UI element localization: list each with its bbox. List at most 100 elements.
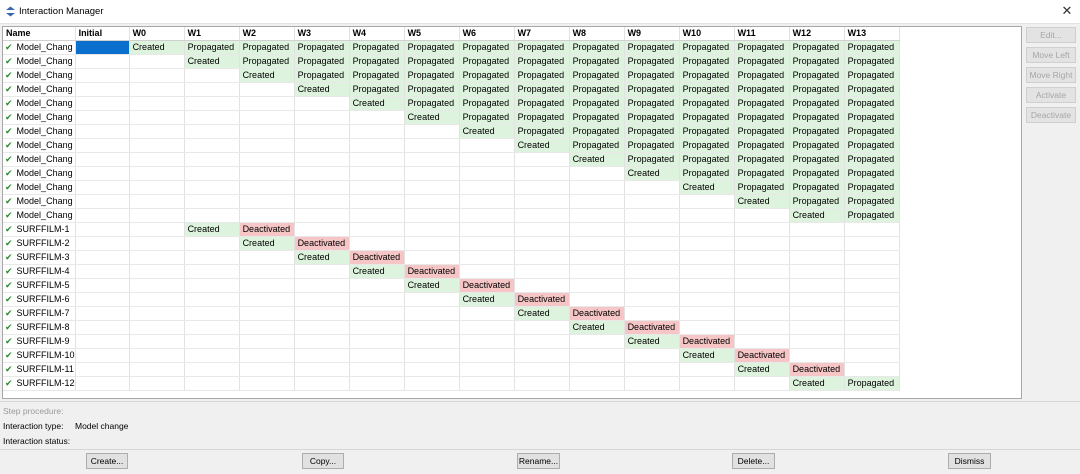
status-cell[interactable] [569, 264, 625, 280]
status-cell[interactable]: Propagated [734, 54, 790, 70]
status-cell[interactable] [184, 292, 240, 308]
status-cell[interactable]: Deactivated [789, 362, 845, 378]
status-cell[interactable] [404, 138, 460, 154]
status-cell[interactable]: Propagated [624, 54, 680, 70]
create-button[interactable]: Create... [86, 453, 128, 469]
status-cell[interactable] [789, 250, 845, 266]
status-cell[interactable] [239, 124, 295, 140]
status-cell[interactable]: Propagated [624, 152, 680, 168]
status-cell[interactable]: Propagated [569, 40, 625, 56]
status-cell[interactable] [679, 250, 735, 266]
status-cell[interactable]: Propagated [514, 124, 570, 140]
table-row[interactable]: ✔ Model_Chang Created Propagated Propagated P… [3, 166, 903, 182]
status-cell[interactable] [184, 96, 240, 112]
status-cell[interactable] [129, 54, 185, 70]
status-cell[interactable] [129, 292, 185, 308]
status-cell[interactable] [294, 194, 350, 210]
status-cell[interactable] [294, 110, 350, 126]
status-cell[interactable]: Propagated [679, 54, 735, 70]
status-cell[interactable]: Created [624, 166, 680, 182]
status-cell[interactable]: Propagated [789, 194, 845, 210]
status-cell[interactable] [734, 278, 790, 294]
status-cell[interactable] [129, 110, 185, 126]
status-cell[interactable]: Propagated [569, 138, 625, 154]
status-cell[interactable] [789, 306, 845, 322]
status-cell[interactable]: Propagated [844, 138, 900, 154]
status-cell[interactable] [349, 334, 405, 350]
status-cell[interactable] [239, 138, 295, 154]
status-cell[interactable]: Created [679, 180, 735, 196]
status-cell[interactable] [514, 208, 570, 224]
status-cell[interactable] [184, 166, 240, 182]
status-cell[interactable] [75, 292, 130, 308]
status-cell[interactable] [75, 320, 130, 336]
status-cell[interactable] [349, 306, 405, 322]
status-cell[interactable] [569, 292, 625, 308]
table-row[interactable]: ✔ SURFFILM-5 Created Deactivated [3, 278, 903, 294]
status-cell[interactable] [129, 124, 185, 140]
row-name-cell[interactable]: ✔ SURFFILM-11 [3, 362, 76, 378]
status-cell[interactable] [75, 236, 130, 252]
status-cell[interactable] [734, 320, 790, 336]
status-cell[interactable] [239, 180, 295, 196]
status-cell[interactable] [349, 138, 405, 154]
status-cell[interactable] [184, 152, 240, 168]
status-cell[interactable]: Created [789, 208, 845, 224]
row-name-cell[interactable]: ✔ Model_Chang [3, 138, 76, 154]
status-cell[interactable] [349, 320, 405, 336]
close-icon[interactable]: ✕ [1058, 2, 1076, 20]
status-cell[interactable] [514, 236, 570, 252]
status-cell[interactable] [294, 124, 350, 140]
status-cell[interactable]: Propagated [569, 124, 625, 140]
column-header-w6[interactable]: W6 [459, 27, 515, 42]
status-cell[interactable] [459, 236, 515, 252]
status-cell[interactable]: Propagated [569, 110, 625, 126]
row-name-cell[interactable]: ✔ Model_Chang [3, 54, 76, 70]
status-cell[interactable]: Propagated [514, 96, 570, 112]
status-cell[interactable] [75, 180, 130, 196]
status-cell[interactable] [459, 152, 515, 168]
status-cell[interactable] [75, 278, 130, 294]
status-cell[interactable]: Propagated [789, 82, 845, 98]
status-cell[interactable] [569, 236, 625, 252]
status-cell[interactable]: Propagated [679, 82, 735, 98]
table-row[interactable]: ✔ Model_Chang Created Propagated Propagated P… [3, 96, 903, 112]
status-cell[interactable] [679, 306, 735, 322]
status-cell[interactable] [679, 222, 735, 238]
row-name-cell[interactable]: ✔ SURFFILM-7 [3, 306, 76, 322]
status-cell[interactable]: Propagated [789, 40, 845, 56]
status-cell[interactable] [75, 194, 130, 210]
status-cell[interactable] [789, 348, 845, 364]
status-cell[interactable] [569, 334, 625, 350]
status-cell[interactable] [624, 222, 680, 238]
status-cell[interactable]: Created [569, 320, 625, 336]
status-cell[interactable]: Propagated [734, 152, 790, 168]
row-name-cell[interactable]: ✔ Model_Chang [3, 82, 76, 98]
dismiss-button[interactable]: Dismiss [948, 453, 991, 469]
status-cell[interactable] [239, 82, 295, 98]
status-cell[interactable] [129, 250, 185, 266]
status-cell[interactable] [129, 264, 185, 280]
status-cell[interactable] [734, 292, 790, 308]
column-header-w1[interactable]: W1 [184, 27, 240, 42]
status-cell[interactable]: Propagated [679, 96, 735, 112]
row-name-cell[interactable]: ✔ SURFFILM-8 [3, 320, 76, 336]
status-cell[interactable] [75, 68, 130, 84]
move-left-button[interactable]: Move Left [1026, 47, 1076, 63]
status-cell[interactable]: Created [734, 362, 790, 378]
status-cell[interactable] [514, 250, 570, 266]
status-cell[interactable]: Propagated [844, 68, 900, 84]
status-cell[interactable] [184, 236, 240, 252]
table-row[interactable]: ✔ SURFFILM-11 Created Deactivated [3, 362, 903, 378]
status-cell[interactable] [349, 292, 405, 308]
status-cell[interactable] [789, 320, 845, 336]
status-cell[interactable] [459, 222, 515, 238]
status-cell[interactable] [514, 320, 570, 336]
status-cell[interactable]: Created [459, 124, 515, 140]
status-cell[interactable] [789, 222, 845, 238]
status-cell[interactable] [734, 376, 790, 392]
status-cell[interactable]: Deactivated [734, 348, 790, 364]
status-cell[interactable] [75, 376, 130, 392]
status-cell[interactable] [129, 194, 185, 210]
table-row[interactable]: ✔ Model_Chang Created Propagated Propagated P… [3, 110, 903, 126]
